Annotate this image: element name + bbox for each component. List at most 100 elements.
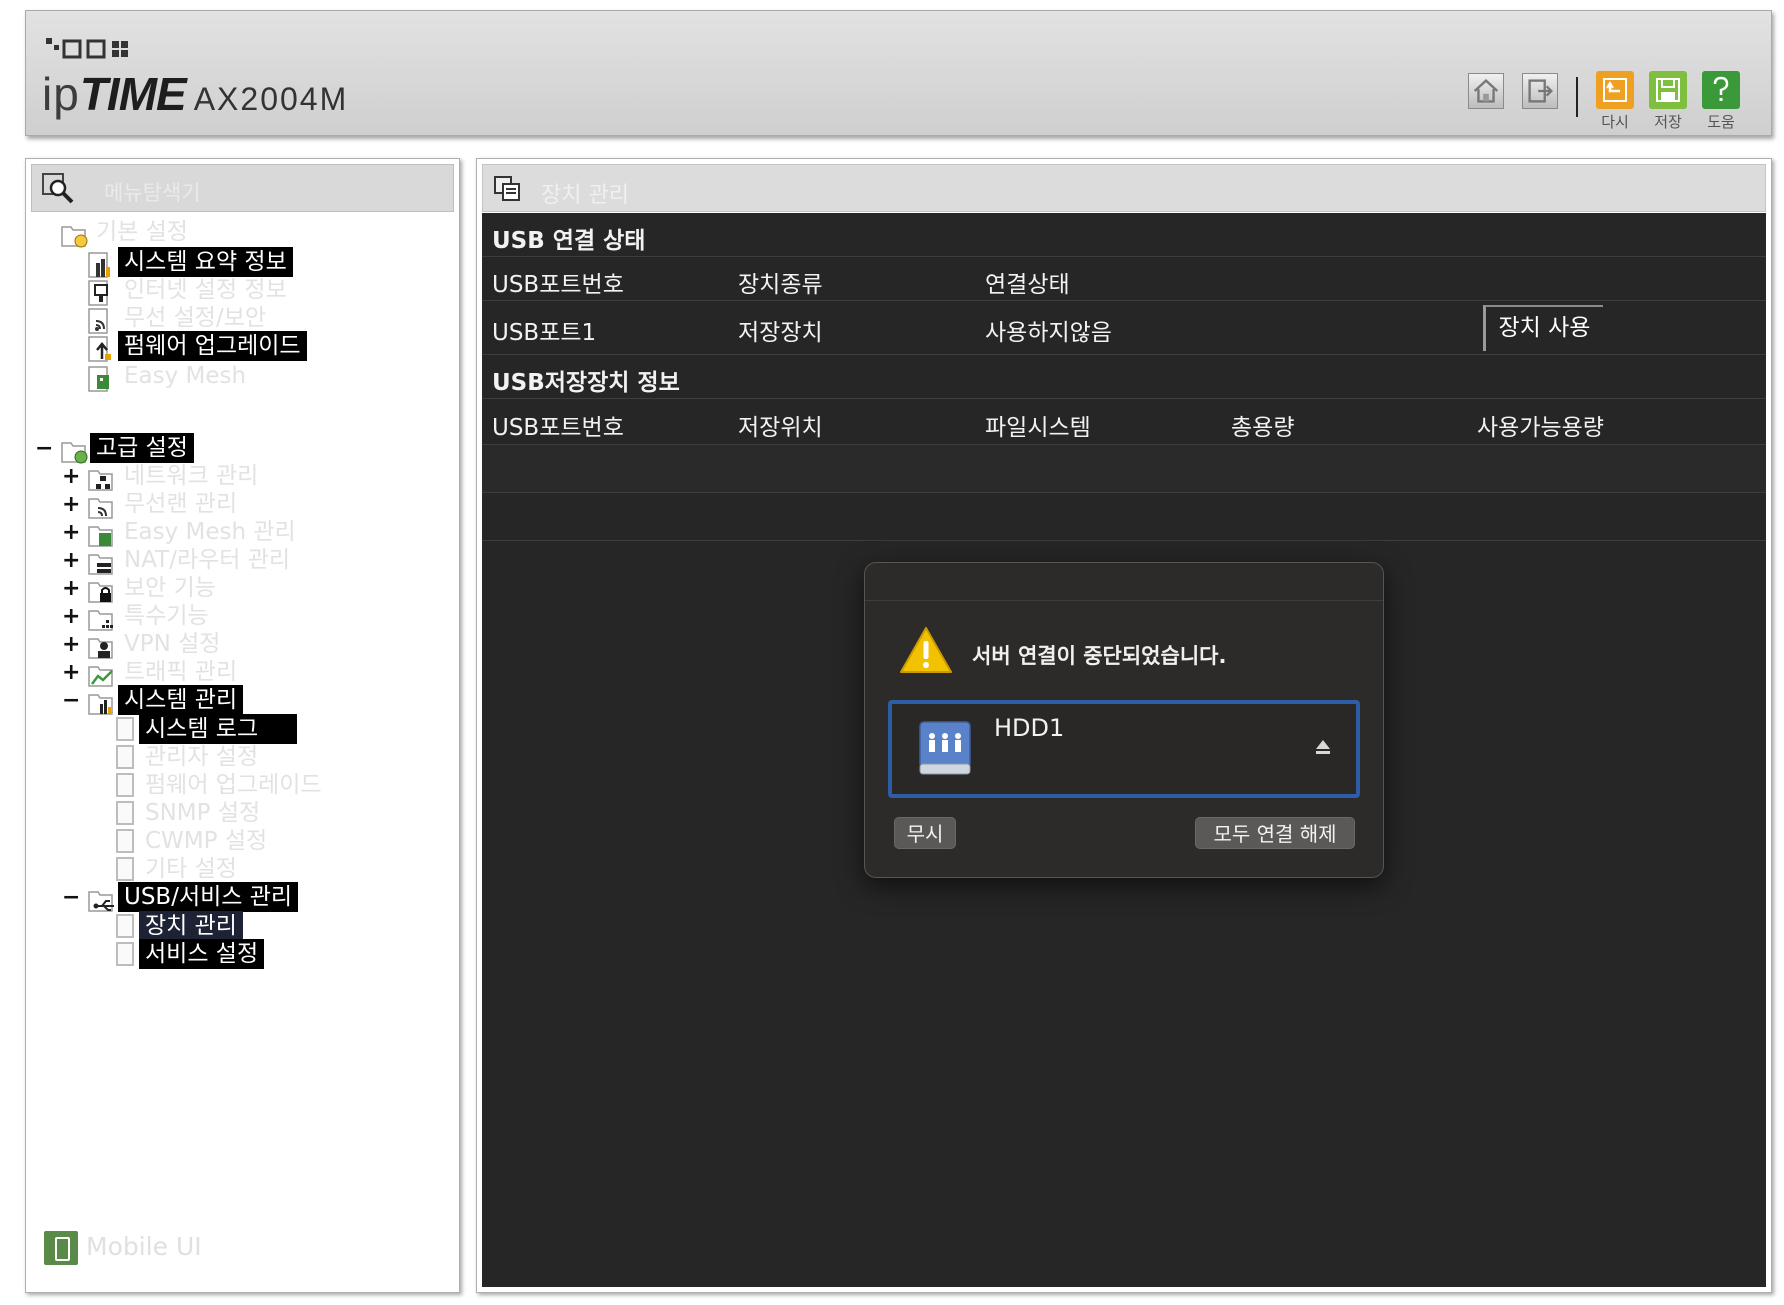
ignore-button[interactable]: 무시 bbox=[894, 817, 956, 849]
usb-status-header-row: USB포트번호 장치종류 연결상태 bbox=[482, 257, 1766, 301]
tree-advanced-settings[interactable]: 고급 설정 bbox=[90, 433, 194, 463]
search-icon bbox=[42, 173, 74, 204]
system-folder-icon bbox=[88, 694, 113, 715]
chart-page-icon bbox=[88, 252, 110, 278]
disconnect-all-button[interactable]: 모두 연결 해제 bbox=[1195, 817, 1355, 849]
brand-main: TIME bbox=[79, 68, 187, 120]
tree-system-management[interactable]: 시스템 관리 bbox=[118, 685, 244, 715]
dialog-titlebar bbox=[865, 563, 1383, 601]
server-disconnected-dialog: 서버 연결이 중단되었습니다. HDD1 무시 모두 연결 해제 bbox=[864, 562, 1384, 878]
usb-port1-status: 사용하지않음 bbox=[985, 320, 1112, 346]
page-icon bbox=[116, 914, 134, 938]
reload-button[interactable]: 다시 bbox=[1593, 71, 1637, 132]
page-icon bbox=[116, 829, 134, 853]
device-name: HDD1 bbox=[994, 714, 1065, 742]
expand-security-toggle[interactable]: + bbox=[62, 574, 80, 604]
reload-icon bbox=[1596, 71, 1634, 109]
page-icon bbox=[116, 801, 134, 825]
brand-logo: ipTIME AX2004M bbox=[42, 67, 348, 121]
collapse-usb-toggle[interactable]: − bbox=[62, 883, 80, 913]
expand-network-toggle[interactable]: + bbox=[62, 462, 80, 492]
page-icon bbox=[116, 773, 134, 797]
tree-special-features[interactable]: 특수기능 bbox=[118, 601, 215, 631]
expand-mesh-toggle[interactable]: + bbox=[62, 518, 80, 548]
tree-firmware-upgrade-2[interactable]: 펌웨어 업그레이드 bbox=[139, 770, 328, 800]
tree-internet-settings[interactable]: 인터넷 설정 정보 bbox=[118, 275, 293, 305]
network-drive-icon bbox=[919, 721, 971, 775]
help-label: 도움 bbox=[1707, 113, 1735, 131]
dialog-message: 서버 연결이 중단되었습니다. bbox=[972, 644, 1227, 668]
usb-folder-icon bbox=[88, 891, 114, 912]
tree-admin-settings[interactable]: 관리자 설정 bbox=[139, 742, 264, 772]
save-label: 저장 bbox=[1654, 113, 1682, 131]
monitor-page-icon bbox=[88, 280, 108, 306]
tree-network-management[interactable]: 네트워크 관리 bbox=[118, 461, 264, 491]
tree-system-summary[interactable]: 시스템 요약 정보 bbox=[118, 247, 293, 277]
expand-traffic-toggle[interactable]: + bbox=[62, 658, 80, 688]
menu-search-placeholder: 메뉴탐색기 bbox=[104, 181, 201, 205]
traffic-folder-icon bbox=[88, 666, 113, 687]
tree-firmware-upgrade[interactable]: 펌웨어 업그레이드 bbox=[118, 331, 307, 361]
mobile-ui-label: Mobile UI bbox=[86, 1232, 202, 1261]
tree-easy-mesh[interactable]: Easy Mesh bbox=[118, 361, 252, 391]
vpn-folder-icon bbox=[88, 638, 113, 659]
tree-cwmp-settings[interactable]: CWMP 설정 bbox=[139, 826, 273, 856]
col-available-capacity: 사용가능용량 bbox=[1477, 415, 1604, 441]
help-icon bbox=[1702, 71, 1740, 109]
collapse-system-toggle[interactable]: − bbox=[62, 686, 80, 716]
reload-label: 다시 bbox=[1601, 113, 1629, 131]
col-file-system: 파일시스템 bbox=[985, 415, 1091, 441]
save-icon bbox=[1649, 71, 1687, 109]
tree-wlan-management[interactable]: 무선랜 관리 bbox=[118, 489, 243, 519]
tree-traffic-management[interactable]: 트래픽 관리 bbox=[118, 657, 243, 687]
expand-wlan-toggle[interactable]: + bbox=[62, 490, 80, 520]
expand-vpn-toggle[interactable]: + bbox=[62, 630, 80, 660]
tree-basic-settings[interactable]: 기본 설정 bbox=[90, 217, 194, 247]
expand-special-toggle[interactable]: + bbox=[62, 602, 80, 632]
tree-vpn-settings[interactable]: VPN 설정 bbox=[118, 629, 226, 659]
tree-nat-router-management[interactable]: NAT/라우터 관리 bbox=[118, 545, 296, 575]
use-device-button[interactable]: 장치 사용 bbox=[1483, 305, 1603, 351]
iptime-dots-logo bbox=[46, 38, 128, 59]
wifi-page-icon bbox=[88, 308, 108, 334]
tree-easy-mesh-management[interactable]: Easy Mesh 관리 bbox=[118, 517, 302, 547]
col-port-number: USB포트번호 bbox=[492, 272, 624, 298]
model-name: AX2004M bbox=[193, 81, 349, 117]
disconnected-device-item[interactable]: HDD1 bbox=[888, 700, 1360, 798]
eject-icon[interactable] bbox=[1314, 738, 1332, 756]
tree-wireless-security[interactable]: 무선 설정/보안 bbox=[118, 303, 272, 333]
tree-device-management[interactable]: 장치 관리 bbox=[139, 911, 243, 941]
usb-port1-row: USB포트1 저장장치 사용하지않음 장치 사용 bbox=[482, 301, 1766, 355]
mobile-ui-link[interactable]: Mobile UI bbox=[44, 1231, 202, 1265]
tree-security-features[interactable]: 보안 기능 bbox=[118, 573, 222, 603]
lock-folder-icon bbox=[88, 582, 113, 603]
tree-service-settings[interactable]: 서비스 설정 bbox=[139, 939, 265, 969]
tree-usb-service-management[interactable]: USB/서비스 관리 bbox=[118, 882, 299, 912]
empty-row bbox=[482, 445, 1766, 493]
usb-status-section: USB 연결 상태 bbox=[482, 213, 1766, 257]
main-title: 장치 관리 bbox=[541, 183, 629, 208]
warning-icon bbox=[900, 627, 952, 673]
usb-status-heading: USB 연결 상태 bbox=[492, 228, 646, 254]
collapse-advanced-toggle[interactable]: − bbox=[35, 434, 53, 464]
storage-info-section: USB저장장치 정보 bbox=[482, 355, 1766, 399]
col-connection-status: 연결상태 bbox=[985, 272, 1070, 298]
expand-nat-toggle[interactable]: + bbox=[62, 546, 80, 576]
home-icon[interactable] bbox=[1468, 73, 1504, 109]
upgrade-page-icon bbox=[88, 336, 111, 362]
tree-other-settings[interactable]: 기타 설정 bbox=[139, 854, 243, 884]
menu-search-bar[interactable]: 메뉴탐색기 bbox=[31, 164, 454, 212]
save-button[interactable]: 저장 bbox=[1646, 71, 1690, 132]
brand-prefix: ip bbox=[42, 68, 80, 120]
storage-info-heading: USB저장장치 정보 bbox=[492, 370, 680, 396]
tree-system-log[interactable]: 시스템 로그 bbox=[139, 714, 297, 744]
col-total-capacity: 총용량 bbox=[1231, 415, 1295, 441]
logout-icon[interactable] bbox=[1522, 73, 1558, 109]
page-icon bbox=[116, 717, 134, 741]
empty-row bbox=[482, 493, 1766, 541]
sidebar-menu: 메뉴탐색기 기본 설정 시스템 요약 정보 인터넷 설정 정보 무선 설정/보안… bbox=[25, 158, 460, 1293]
special-folder-icon bbox=[88, 610, 113, 631]
help-button[interactable]: 도움 bbox=[1699, 71, 1743, 132]
tree-snmp-settings[interactable]: SNMP 설정 bbox=[139, 798, 266, 828]
mesh-folder-icon bbox=[88, 526, 113, 547]
